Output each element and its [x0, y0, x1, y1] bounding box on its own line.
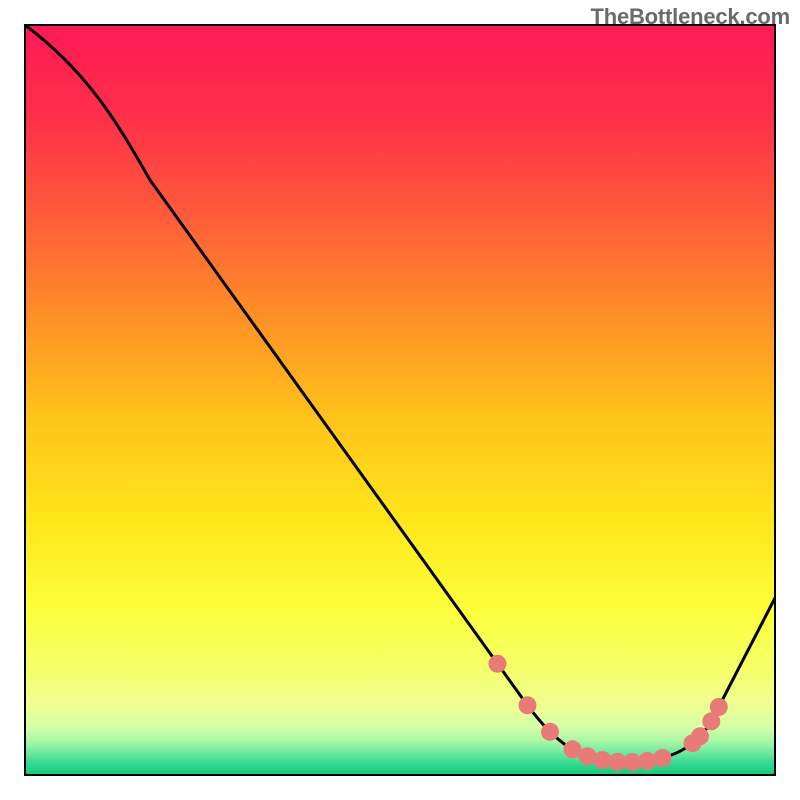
sample-dot [691, 727, 709, 745]
sample-dot [654, 749, 672, 767]
sample-dot [489, 655, 507, 673]
bottleneck-chart [0, 0, 800, 800]
plot-background [25, 25, 775, 775]
chart-container: TheBottleneck.com [0, 0, 800, 800]
sample-dot [519, 696, 537, 714]
sample-dot [541, 723, 559, 741]
sample-dot [710, 698, 728, 716]
sample-dot [639, 752, 657, 770]
sample-dot [579, 747, 597, 765]
